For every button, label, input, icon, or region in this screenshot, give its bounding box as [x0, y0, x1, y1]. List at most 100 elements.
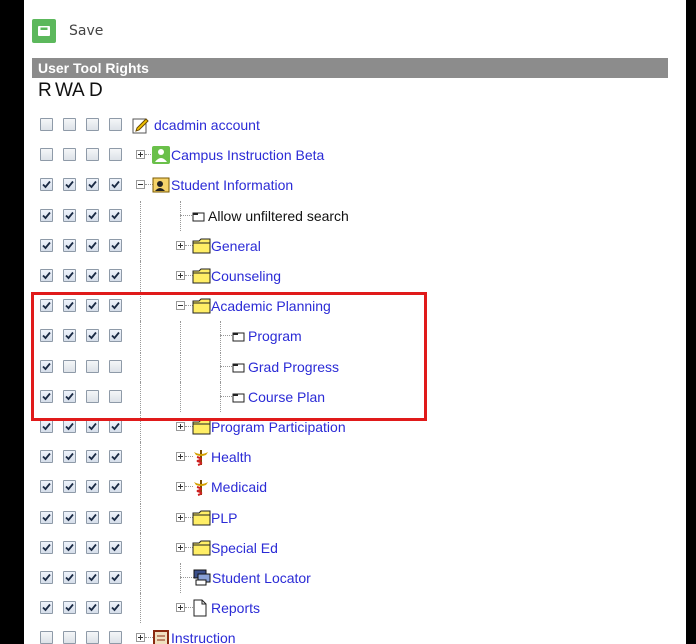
checkbox-add[interactable] [86, 511, 99, 524]
checkbox-add[interactable] [86, 420, 99, 433]
checkbox-read[interactable] [40, 601, 53, 614]
checkbox-delete[interactable] [109, 390, 122, 403]
checkbox-read[interactable] [40, 209, 53, 222]
checkbox-write[interactable] [63, 329, 76, 342]
checkbox-delete[interactable] [109, 178, 122, 191]
expand-icon[interactable] [176, 543, 185, 552]
checkbox-write[interactable] [63, 571, 76, 584]
checkbox-write[interactable] [63, 541, 76, 554]
tree-item-label[interactable]: Reports [211, 600, 260, 616]
checkbox-read[interactable] [40, 239, 53, 252]
checkbox-add[interactable] [86, 148, 99, 161]
checkbox-write[interactable] [63, 511, 76, 524]
checkbox-write[interactable] [63, 601, 76, 614]
checkbox-add[interactable] [86, 480, 99, 493]
checkbox-add[interactable] [86, 329, 99, 342]
tree-item-label[interactable]: General [211, 238, 261, 254]
checkbox-read[interactable] [40, 571, 53, 584]
checkbox-delete[interactable] [109, 269, 122, 282]
checkbox-add[interactable] [86, 360, 99, 373]
checkbox-write[interactable] [63, 480, 76, 493]
tree-item-label[interactable]: PLP [211, 510, 237, 526]
expand-icon[interactable] [176, 452, 185, 461]
tree-item-label[interactable]: Allow unfiltered search [208, 208, 349, 224]
checkbox-read[interactable] [40, 118, 53, 131]
checkbox-read[interactable] [40, 178, 53, 191]
checkbox-delete[interactable] [109, 541, 122, 554]
tree-item-label[interactable]: Campus Instruction Beta [171, 147, 324, 163]
expand-icon[interactable] [176, 422, 185, 431]
checkbox-write[interactable] [63, 420, 76, 433]
tree-item-label[interactable]: Program Participation [211, 419, 346, 435]
checkbox-delete[interactable] [109, 631, 122, 644]
checkbox-add[interactable] [86, 601, 99, 614]
expand-icon[interactable] [136, 633, 145, 642]
checkbox-delete[interactable] [109, 329, 122, 342]
checkbox-read[interactable] [40, 269, 53, 282]
checkbox-delete[interactable] [109, 450, 122, 463]
checkbox-read[interactable] [40, 148, 53, 161]
tree-item-label[interactable]: dcadmin account [154, 117, 260, 133]
checkbox-delete[interactable] [109, 601, 122, 614]
checkbox-write[interactable] [63, 209, 76, 222]
tree-item-label[interactable]: Student Locator [212, 570, 311, 586]
tree-item-label[interactable]: Special Ed [211, 540, 278, 556]
checkbox-write[interactable] [63, 299, 76, 312]
checkbox-add[interactable] [86, 450, 99, 463]
checkbox-add[interactable] [86, 118, 99, 131]
checkbox-delete[interactable] [109, 299, 122, 312]
checkbox-write[interactable] [63, 148, 76, 161]
checkbox-write[interactable] [63, 631, 76, 644]
checkbox-write[interactable] [63, 269, 76, 282]
checkbox-read[interactable] [40, 390, 53, 403]
checkbox-add[interactable] [86, 239, 99, 252]
checkbox-read[interactable] [40, 511, 53, 524]
checkbox-delete[interactable] [109, 420, 122, 433]
checkbox-delete[interactable] [109, 571, 122, 584]
tree-item-label[interactable]: Instruction [171, 630, 236, 644]
collapse-icon[interactable] [136, 180, 145, 189]
checkbox-delete[interactable] [109, 148, 122, 161]
checkbox-write[interactable] [63, 390, 76, 403]
checkbox-read[interactable] [40, 450, 53, 463]
checkbox-write[interactable] [63, 118, 76, 131]
checkbox-add[interactable] [86, 571, 99, 584]
checkbox-delete[interactable] [109, 511, 122, 524]
checkbox-write[interactable] [63, 178, 76, 191]
checkbox-read[interactable] [40, 541, 53, 554]
checkbox-delete[interactable] [109, 480, 122, 493]
expand-icon[interactable] [136, 150, 145, 159]
tree-item-label[interactable]: Medicaid [211, 479, 267, 495]
checkbox-write[interactable] [63, 239, 76, 252]
checkbox-write[interactable] [63, 450, 76, 463]
checkbox-delete[interactable] [109, 118, 122, 131]
checkbox-delete[interactable] [109, 360, 122, 373]
collapse-icon[interactable] [176, 301, 185, 310]
tree-item-label[interactable]: Counseling [211, 268, 281, 284]
expand-icon[interactable] [176, 241, 185, 250]
tree-item-label[interactable]: Course Plan [248, 389, 325, 405]
expand-icon[interactable] [176, 482, 185, 491]
checkbox-read[interactable] [40, 480, 53, 493]
tree-item-label[interactable]: Student Information [171, 177, 293, 193]
checkbox-add[interactable] [86, 631, 99, 644]
checkbox-add[interactable] [86, 178, 99, 191]
tree-item-label[interactable]: Academic Planning [211, 298, 331, 314]
checkbox-add[interactable] [86, 269, 99, 282]
checkbox-delete[interactable] [109, 239, 122, 252]
checkbox-read[interactable] [40, 329, 53, 342]
expand-icon[interactable] [176, 513, 185, 522]
checkbox-read[interactable] [40, 420, 53, 433]
checkbox-read[interactable] [40, 631, 53, 644]
checkbox-add[interactable] [86, 299, 99, 312]
checkbox-read[interactable] [40, 360, 53, 373]
checkbox-write[interactable] [63, 360, 76, 373]
tree-item-label[interactable]: Grad Progress [248, 359, 339, 375]
checkbox-add[interactable] [86, 390, 99, 403]
checkbox-add[interactable] [86, 209, 99, 222]
checkbox-delete[interactable] [109, 209, 122, 222]
expand-icon[interactable] [176, 603, 185, 612]
tree-item-label[interactable]: Health [211, 449, 251, 465]
tree-item-label[interactable]: Program [248, 328, 302, 344]
expand-icon[interactable] [176, 271, 185, 280]
